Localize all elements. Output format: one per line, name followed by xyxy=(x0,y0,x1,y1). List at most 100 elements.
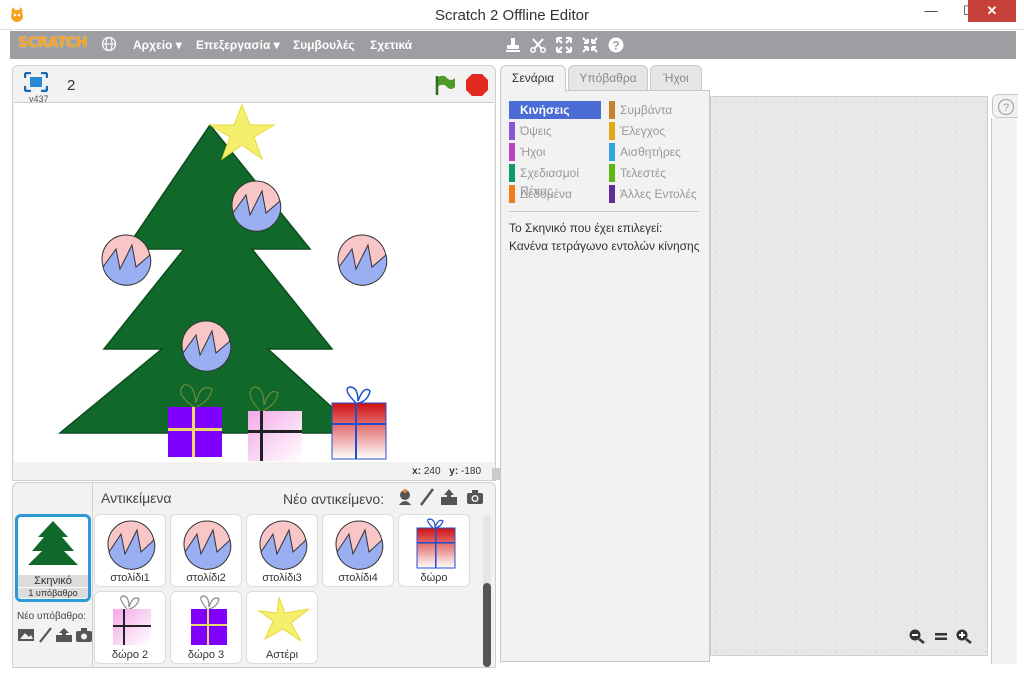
minimize-button[interactable]: — xyxy=(916,0,946,22)
stage-thumbnail[interactable]: Σκηνικό 1 υπόβαθρο xyxy=(15,514,91,602)
new-sprite-label: Νέο αντικείμενο: xyxy=(283,491,385,507)
menu-tips[interactable]: Συμβουλές xyxy=(293,38,355,52)
zoom-reset-icon[interactable] xyxy=(932,628,950,644)
camera-backdrop-icon[interactable] xyxy=(75,627,93,643)
ornament-thumb xyxy=(259,520,308,570)
new-backdrop-label: Νέο υπόβαθρο: xyxy=(17,611,87,622)
category-label: Άλλες Εντολές xyxy=(620,187,697,201)
selected-sprite-message: Το Σκηνικό που έχει επιλεγεί: xyxy=(509,221,663,235)
category-label: Κινήσεις xyxy=(520,103,570,117)
category-swatch xyxy=(509,122,515,140)
category-3[interactable]: Έλεγχος xyxy=(609,122,701,140)
paint-backdrop-icon[interactable] xyxy=(37,627,55,643)
ornament-thumb xyxy=(183,520,232,570)
sprite-tile[interactable]: δώρο 3 xyxy=(170,591,242,664)
camera-icon[interactable] xyxy=(465,487,485,507)
duplicate-stamp-icon[interactable] xyxy=(504,36,522,54)
category-label: Τελεστές xyxy=(620,166,666,180)
stage-ornament xyxy=(181,320,232,372)
category-2[interactable]: Όψεις xyxy=(509,122,601,140)
x-value: 240 xyxy=(423,466,441,477)
green-flag-icon[interactable] xyxy=(433,74,457,96)
category-9[interactable]: Άλλες Εντολές xyxy=(609,185,701,203)
sprite-tile[interactable]: Αστέρι xyxy=(246,591,318,664)
fullscreen-icon[interactable] xyxy=(24,72,48,92)
sprite-name: στολίδι4 xyxy=(338,572,378,584)
stage-ornament xyxy=(101,234,152,286)
sprite-library-icon[interactable] xyxy=(395,487,415,507)
stage-ornament xyxy=(231,180,282,232)
shrink-icon[interactable] xyxy=(581,36,599,54)
sprite-tile[interactable]: στολίδι3 xyxy=(246,514,318,587)
sprites-title: Αντικείμενα xyxy=(101,490,172,506)
close-button[interactable]: ✕ xyxy=(968,0,1016,22)
tab-scripts[interactable]: Σενάρια xyxy=(500,65,566,92)
category-1[interactable]: Συμβάντα xyxy=(609,101,701,119)
sprite-name: στολίδι3 xyxy=(262,572,302,584)
sprite-name: δώρο xyxy=(420,572,448,584)
category-swatch xyxy=(509,185,515,203)
help-circle-icon: ? xyxy=(997,98,1015,116)
project-number[interactable]: 2 xyxy=(67,77,75,94)
upload-backdrop-icon[interactable] xyxy=(55,627,73,643)
category-7[interactable]: Τελεστές xyxy=(609,164,701,182)
svg-text:?: ? xyxy=(612,39,619,53)
scratch-logo[interactable]: SCRATCH xyxy=(18,35,87,51)
gift-red-thumb xyxy=(416,518,456,569)
menu-bar: SCRATCH Αρχείο ▾ Επεξεργασία ▾ Συμβουλές… xyxy=(10,31,1016,59)
stage-canvas[interactable] xyxy=(14,102,494,462)
window-title: Scratch 2 Offline Editor xyxy=(435,7,589,24)
sprite-tile[interactable]: στολίδι4 xyxy=(322,514,394,587)
stage-ornament xyxy=(337,234,388,286)
category-swatch xyxy=(509,143,515,161)
sprite-name: στολίδι1 xyxy=(110,572,150,584)
menu-edit[interactable]: Επεξεργασία ▾ xyxy=(196,38,280,52)
tab-sounds[interactable]: Ήχοι xyxy=(650,65,702,91)
sprite-tile[interactable]: δώρο 2 xyxy=(94,591,166,664)
zoom-in-icon[interactable] xyxy=(955,628,973,644)
sprites-scroll-thumb[interactable] xyxy=(483,583,491,667)
cut-scissors-icon[interactable] xyxy=(529,36,547,54)
help-tab[interactable]: ? xyxy=(992,94,1018,118)
category-5[interactable]: Αισθητήρες xyxy=(609,143,701,161)
upload-sprite-icon[interactable] xyxy=(439,487,459,507)
stage-thumb-tree xyxy=(28,521,78,565)
help-question-icon[interactable]: ? xyxy=(607,36,625,54)
stop-sign-icon[interactable] xyxy=(465,73,489,97)
sprite-tile[interactable]: στολίδι2 xyxy=(170,514,242,587)
sprite-tile[interactable]: δώρο xyxy=(398,514,470,587)
sprites-panel: Αντικείμενα Νέο αντικείμενο: Σκηνικό 1 υ… xyxy=(12,482,496,668)
category-swatch xyxy=(609,101,615,119)
stage-header: v437 2 xyxy=(13,66,495,104)
paint-brush-icon[interactable] xyxy=(417,487,437,507)
sprite-tile[interactable]: στολίδι1 xyxy=(94,514,166,587)
stage-panel: v437 2 x: 240 y: -180 xyxy=(12,65,496,481)
gift-pink-thumb xyxy=(113,595,151,645)
stage-collapse-arrow[interactable] xyxy=(492,468,500,480)
category-4[interactable]: Ήχοι xyxy=(509,143,601,161)
grow-icon[interactable] xyxy=(555,36,573,54)
menu-about[interactable]: Σχετικά xyxy=(370,38,412,52)
editor-tabs: Σενάρια Υπόβαθρα Ήχοι xyxy=(500,65,720,92)
sprite-name: δώρο 3 xyxy=(187,649,225,661)
stage-tile-sub: 1 υπόβαθρο xyxy=(18,588,88,598)
zoom-out-icon[interactable] xyxy=(908,628,926,644)
category-swatch xyxy=(509,164,515,182)
stage-gift-red xyxy=(331,386,387,460)
sprite-name: δώρο 2 xyxy=(111,649,149,661)
category-8[interactable]: Δεδομένα xyxy=(509,185,601,203)
category-label: Ήχοι xyxy=(520,145,546,159)
backdrop-library-icon[interactable] xyxy=(17,627,35,643)
no-motion-blocks-message: Κανένα τετράγωνο εντολών κίνησης xyxy=(509,239,700,253)
script-area[interactable] xyxy=(710,96,988,656)
sprite-name: Αστέρι xyxy=(265,649,299,661)
category-0[interactable]: Κινήσεις xyxy=(509,101,601,119)
menu-file[interactable]: Αρχείο ▾ xyxy=(133,38,182,52)
tab-backdrops[interactable]: Υπόβαθρα xyxy=(568,65,648,91)
language-globe-icon[interactable] xyxy=(101,36,117,52)
category-swatch xyxy=(609,185,615,203)
category-divider xyxy=(509,211,699,212)
stage-tile-label: Σκηνικό xyxy=(18,575,88,587)
title-bar: Scratch 2 Offline Editor — ☐ ✕ xyxy=(0,0,1024,30)
category-6[interactable]: Σχεδιασμοί Πένας xyxy=(509,164,601,198)
